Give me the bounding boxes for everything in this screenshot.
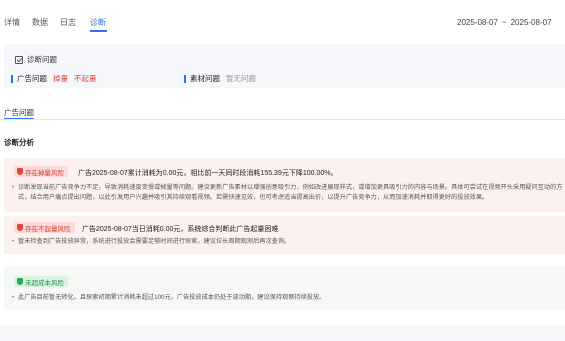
alert-no-volume-risk: 存在不起量风险 广告2025-08-07当日消耗0.00元，系统综合判断此广告起…	[4, 216, 565, 254]
alert-cost-ok: 未超成本风险 此广告目前暂无转化，且探索初期累计消耗未超过100元，广告投放成本…	[4, 266, 565, 310]
tab-diagnosis[interactable]: 诊断	[90, 17, 106, 28]
problem-tag-drop: 掉量	[53, 74, 68, 83]
alert-headline: 广告2025-08-07当日消耗0.00元，系统综合判断此广告起量困难	[82, 226, 279, 233]
alert-headline: 广告2025-08-07累计消耗为0.00元，相比前一天同时段消耗155.39元…	[78, 170, 338, 177]
divider	[0, 119, 565, 120]
alert-detail: 暂未检查到广告投放异常，系统进行投放会需要足够时间进行探索，建议拉长周期观测后再…	[12, 237, 564, 247]
checkbox-icon	[15, 55, 23, 64]
problem-card-title: 诊断问题	[15, 54, 57, 65]
top-tab-bar: 详情 数据 日志 诊断 2025-08-07 ~ 2025-08-07	[0, 0, 565, 40]
date-separator: ~	[501, 17, 507, 27]
ad-problem-row: 广告问题 掉量 不起量	[11, 73, 103, 84]
tab-ad-problem[interactable]: 广告问题	[4, 107, 34, 118]
accent-bar	[11, 74, 13, 83]
date-start: 2025-08-07	[457, 17, 498, 27]
safe-badge: 未超成本风险	[14, 276, 68, 287]
shield-check-icon	[17, 278, 23, 285]
diagnosis-problem-card: 诊断问题 广告问题 掉量 不起量 素材问题 暂无问题	[4, 44, 565, 88]
bottom-panel	[0, 326, 565, 341]
risk-badge: 存在掉量风险	[14, 166, 68, 177]
problem-tag-no-volume: 不起量	[74, 74, 97, 83]
active-tab-indicator	[90, 30, 107, 32]
shield-icon	[17, 224, 23, 231]
accent-bar	[184, 74, 186, 83]
tab-data[interactable]: 数据	[32, 17, 48, 28]
section-title: 诊断分析	[4, 138, 34, 147]
tab-logs[interactable]: 日志	[60, 17, 76, 28]
risk-badge: 存在不起量风险	[14, 222, 75, 233]
shield-icon	[17, 168, 23, 175]
alert-detail: 此广告目前暂无转化，且探索初期累计消耗未超过100元，广告投放成本仍处于波动期，…	[12, 293, 564, 303]
alert-drop-risk: 存在掉量风险 广告2025-08-07累计消耗为0.00元，相比前一天同时段消耗…	[4, 158, 565, 212]
date-end: 2025-08-07	[510, 17, 552, 27]
date-range-picker[interactable]: 2025-08-07 ~ 2025-08-07	[449, 13, 565, 31]
tab-details[interactable]: 详情	[4, 17, 20, 28]
material-problem-row: 素材问题 暂无问题	[184, 73, 256, 84]
alert-detail: 诊断发现当前广告竞争力不足，导致消耗速度变慢或掉量等问题。建议更新广告素材以增强…	[12, 183, 564, 202]
